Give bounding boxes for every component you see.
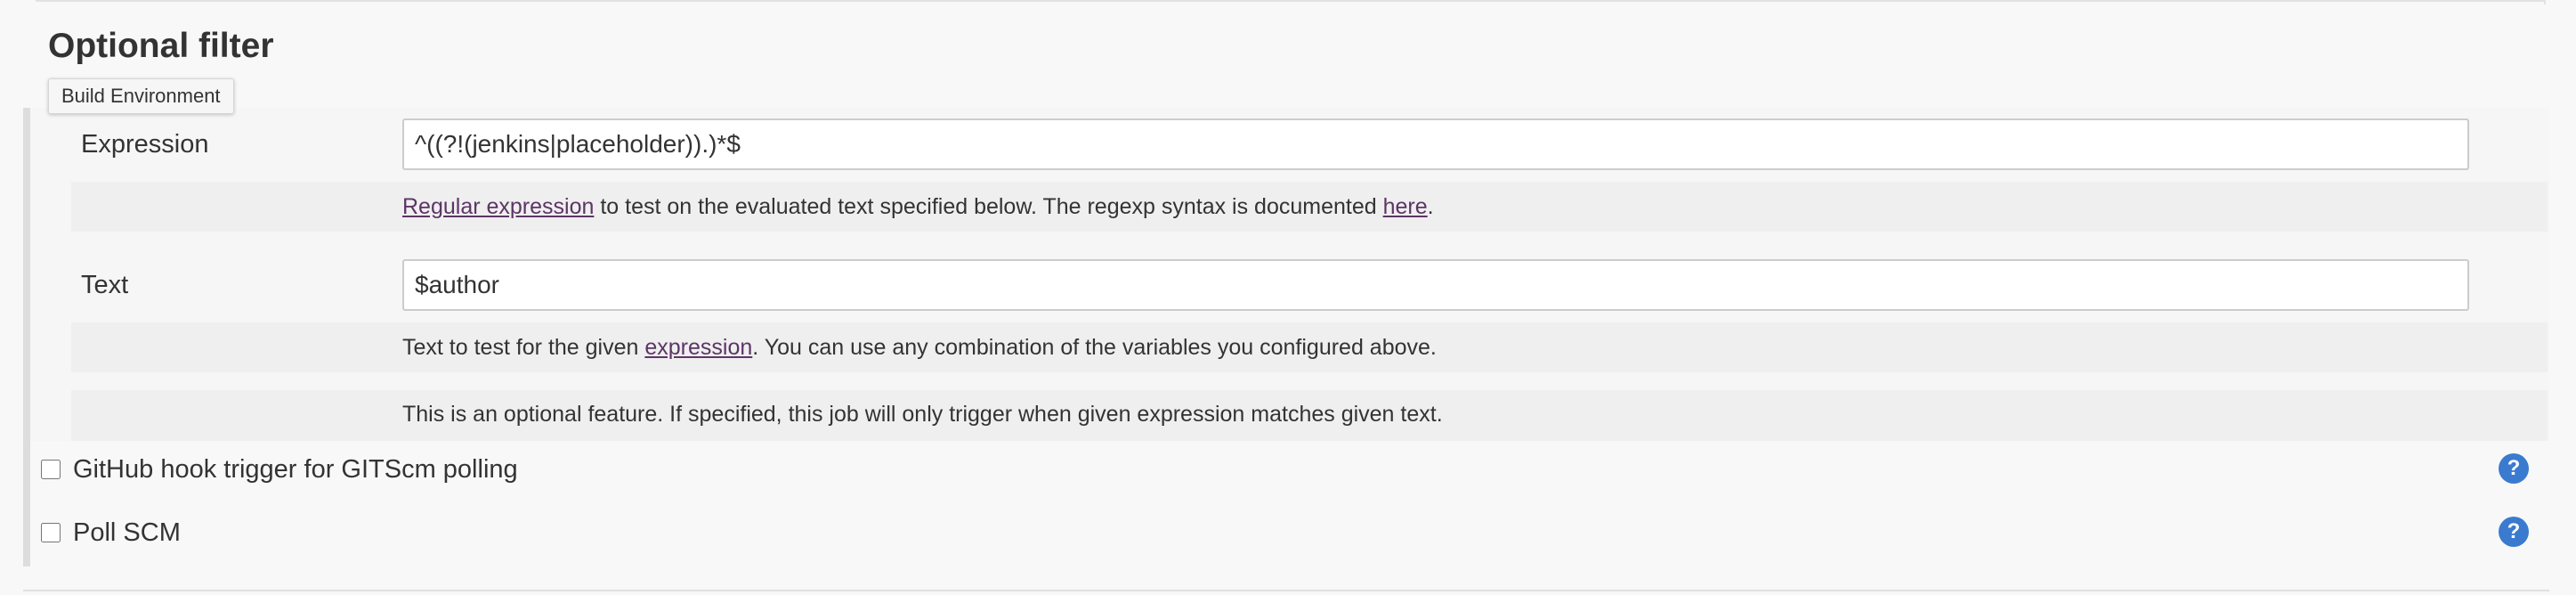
text-help-end: . You can use any combination of the var… [752, 335, 1437, 360]
build-environment-tooltip: Build Environment [48, 78, 234, 114]
section-indent-bar [23, 108, 30, 566]
github-hook-trigger-checkbox[interactable] [41, 460, 61, 479]
regular-expression-link[interactable]: Regular expression [402, 194, 594, 219]
regexp-syntax-here-link[interactable]: here [1383, 194, 1428, 219]
bottom-divider [23, 590, 2549, 591]
github-hook-trigger-label[interactable]: GitHub hook trigger for GITScm polling [73, 455, 518, 485]
expression-help-end: . [1427, 194, 1434, 219]
github-hook-trigger-row[interactable]: GitHub hook trigger for GITScm polling [41, 450, 518, 489]
expression-link[interactable]: expression [644, 335, 752, 360]
github-hook-help-icon[interactable]: ? [2499, 453, 2529, 484]
text-help: Text to test for the given expression. Y… [402, 331, 1437, 363]
expression-input[interactable] [402, 118, 2469, 170]
expression-help: Regular expression to test on the evalua… [402, 191, 1434, 223]
section-title: Optional filter [48, 27, 274, 65]
expression-label: Expression [81, 130, 209, 159]
top-divider [36, 0, 2546, 2]
poll-scm-checkbox[interactable] [41, 523, 61, 542]
text-help-start: Text to test for the given [402, 335, 645, 360]
right-divider [2544, 0, 2546, 4]
optional-feature-note: This is an optional feature. If specifie… [402, 402, 1443, 427]
expression-help-text: to test on the evaluated text specified … [594, 194, 1383, 219]
text-label: Text [81, 271, 129, 299]
text-input[interactable] [402, 259, 2469, 311]
poll-scm-label[interactable]: Poll SCM [73, 518, 181, 548]
poll-scm-row[interactable]: Poll SCM [41, 513, 181, 552]
poll-scm-help-icon[interactable]: ? [2499, 517, 2529, 547]
